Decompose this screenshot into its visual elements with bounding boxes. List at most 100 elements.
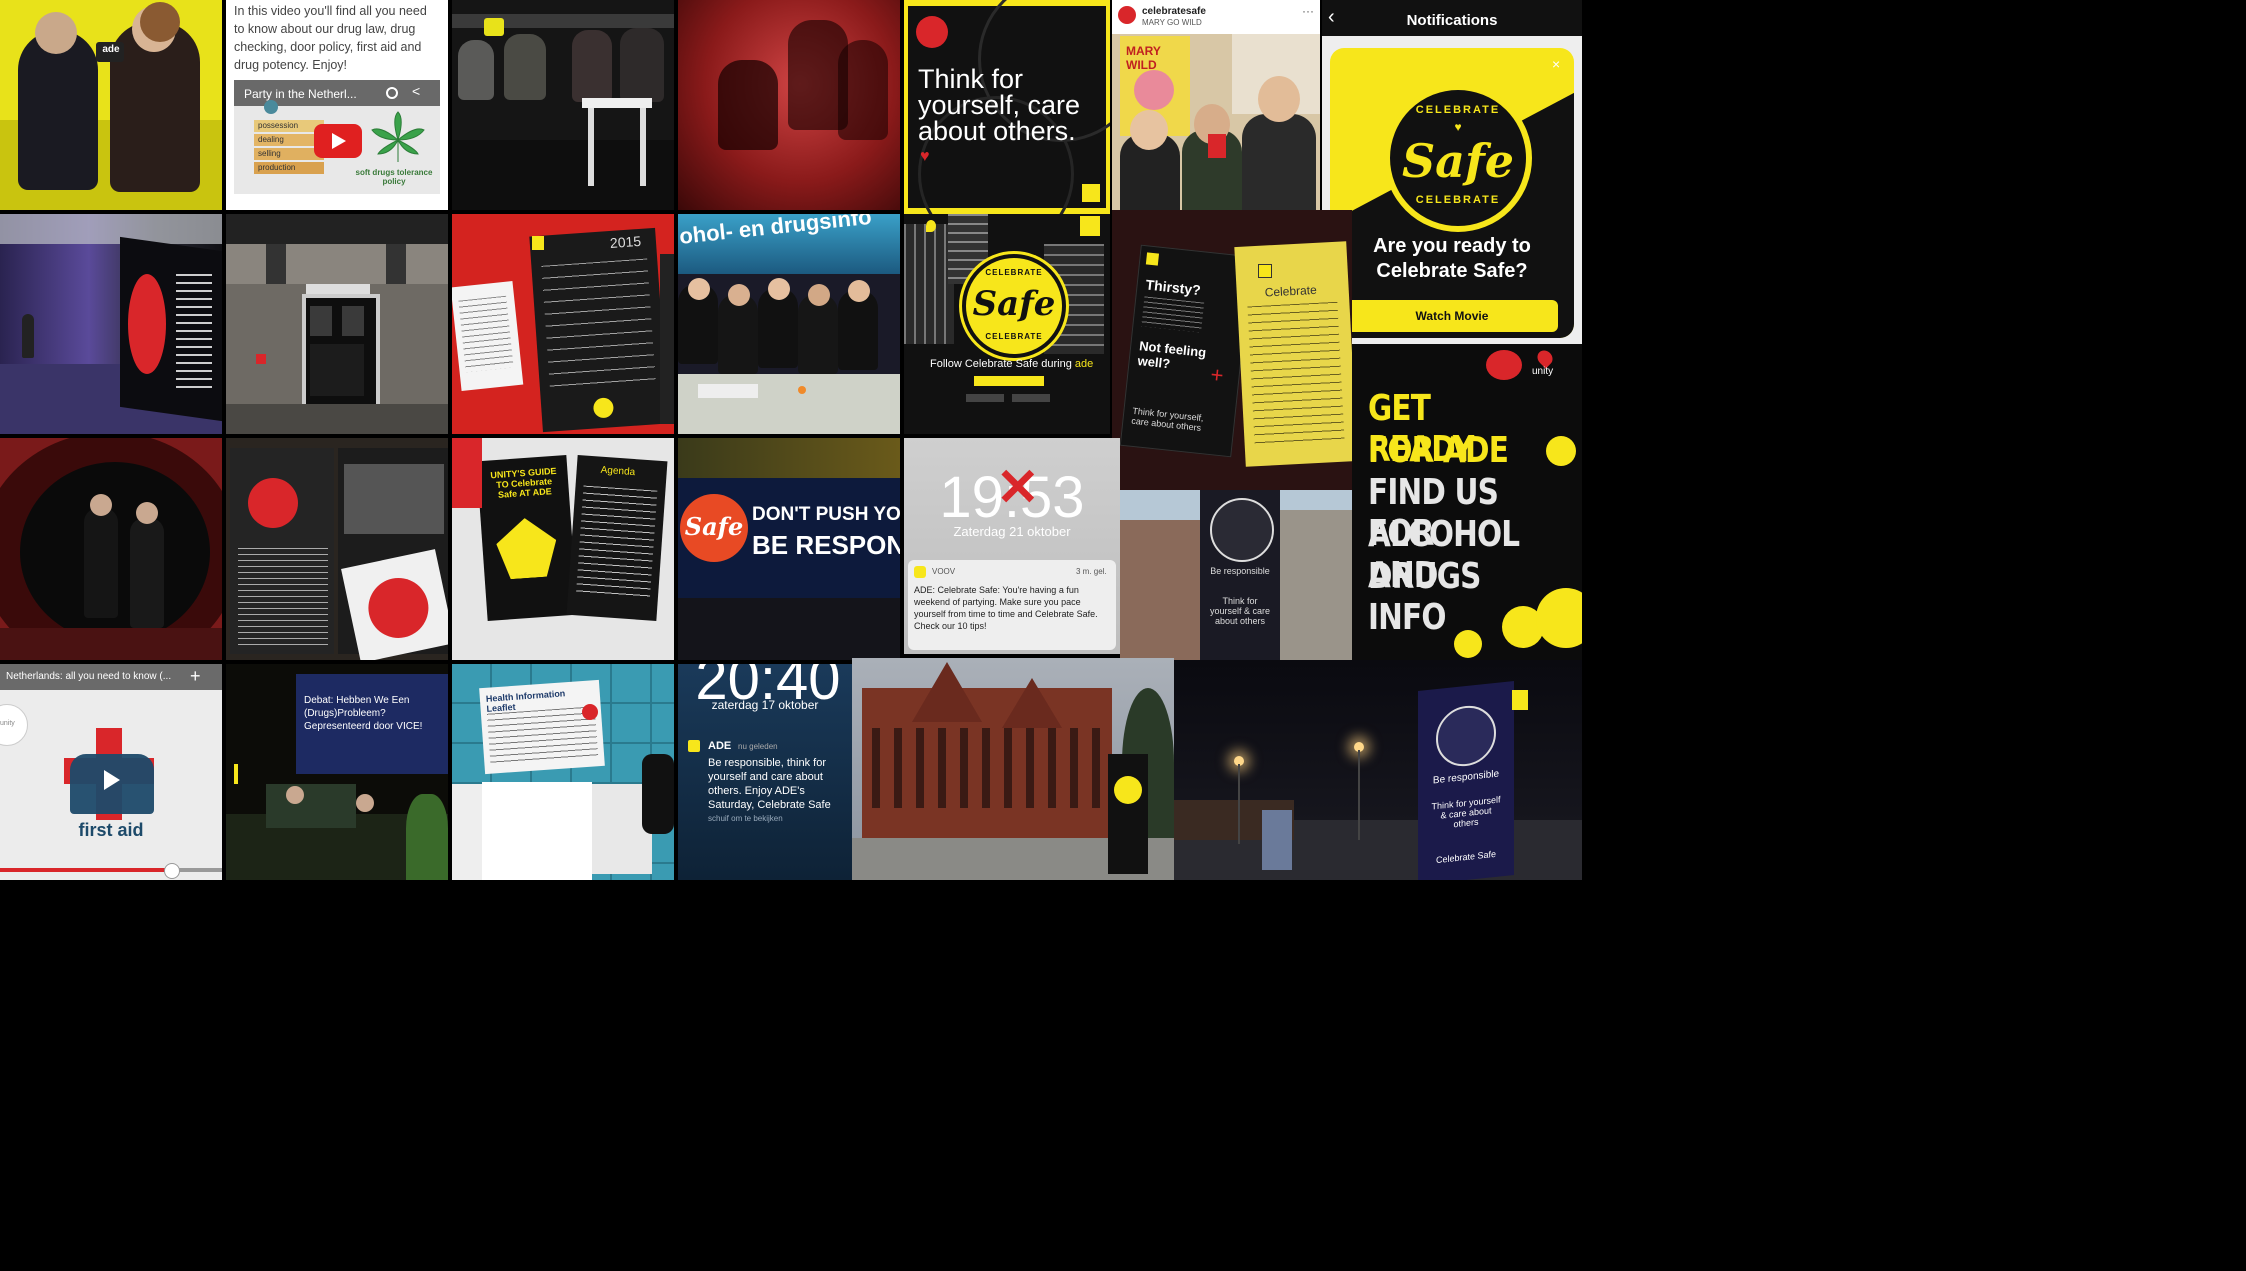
- not-well-text: Not feeling well?: [1136, 338, 1207, 372]
- app-icon: [914, 566, 926, 578]
- seal-safe-word: Safe: [684, 512, 744, 541]
- leaflet-title: UNITY'S GUIDE TO Celebrate Safe AT ADE: [490, 465, 557, 500]
- lock-date: Zaterdag 21 oktober: [953, 524, 1071, 539]
- diagram-label-4: production: [258, 163, 296, 172]
- photo-health-leaflet: Health Information Leaflet: [452, 664, 674, 880]
- play-button[interactable]: [314, 124, 362, 158]
- notif-app-name: VOOV: [932, 567, 956, 576]
- diagram-label-3: selling: [258, 149, 281, 158]
- poster-title: MARY WILD: [1126, 44, 1161, 72]
- unity-pin-icon: [926, 220, 936, 232]
- photo-round-stage: [0, 438, 222, 660]
- ade-logo: ade: [102, 44, 120, 55]
- unity-logo-text: unity: [1532, 366, 1554, 377]
- thirsty-text: Thirsty?: [1144, 276, 1202, 299]
- celebrate-safe-logo: Safe CELEBRATE CELEBRATE: [962, 254, 1066, 358]
- red-x-icon: ✕: [996, 459, 1040, 517]
- follow-ade: ade: [1074, 358, 1094, 370]
- follow-text: Follow Celebrate Safe during ade: [930, 358, 1100, 370]
- pillar-text-1: Be responsible: [1210, 566, 1270, 576]
- close-icon[interactable]: ×: [1552, 56, 1560, 72]
- photo-yellow-couch: ade: [0, 0, 222, 210]
- first-aid-topbar: Netherlands: all you need to know (...: [6, 671, 172, 682]
- notifications-header: Notifications: [1406, 12, 1498, 29]
- notification-card[interactable]: VOOV 3 m. gel. ADE: Celebrate Safe: You'…: [908, 560, 1116, 650]
- photo-red-wall-poster: 2015: [452, 214, 674, 434]
- diagram-label-2: dealing: [258, 135, 284, 144]
- ade-badge-icon: [1082, 184, 1100, 202]
- watch-movie-button[interactable]: Watch Movie: [1346, 300, 1558, 332]
- think-small-text: Think for yourself, care about others: [1130, 405, 1205, 433]
- lock2-action[interactable]: schuif om te bekijken: [708, 814, 783, 823]
- photo-door: [226, 214, 448, 434]
- notif-time: 3 m. gel.: [1076, 567, 1107, 576]
- photo-debate-stage: Debat: Hebben We Een (Drugs)Probleem? Ge…: [226, 664, 448, 880]
- unity-bubble-text: unity: [0, 720, 15, 727]
- app-notification-screen: ‹ Notifications × CELEBRATE ♥ Safe CELEB…: [1322, 0, 1582, 344]
- celebrate-safe-logo: CELEBRATE ♥ Safe CELEBRATE: [1384, 84, 1532, 232]
- share-icon[interactable]: <: [412, 83, 420, 99]
- photo-banner: Safe DON'T PUSH YOU BE RESPON: [678, 438, 900, 660]
- year-label: 2015: [609, 232, 642, 252]
- info-tower: Be responsible Think for yourself & care…: [1418, 680, 1514, 880]
- video-scrubber[interactable]: [164, 863, 180, 879]
- photo-collage: ade In this video you'll find all you ne…: [0, 0, 2246, 1271]
- ready-text: Are you ready to Celebrate Safe?: [1373, 235, 1531, 282]
- tower-text-3: Celebrate Safe: [1435, 848, 1497, 866]
- ade-badge-icon: [1258, 264, 1272, 278]
- lock2-date: zaterdag 17 oktober: [711, 698, 819, 712]
- video-progress-fill: [0, 868, 170, 872]
- video-player[interactable]: Party in the Netherl... < possession dea…: [234, 80, 440, 194]
- safe-seal-icon: [248, 478, 298, 528]
- photo-unity-team: ohol- en drugsinfo: [678, 214, 900, 434]
- video-post: In this video you'll find all you need t…: [226, 0, 448, 210]
- photo-night-tower: Be responsible Think for yourself & care…: [1174, 660, 1582, 880]
- heart-icon: ♥: [920, 148, 930, 165]
- pillar-text-2: Think for yourself & care about others: [1209, 596, 1271, 626]
- seal-top-word: CELEBRATE: [985, 268, 1043, 277]
- diagram-label-1: possession: [258, 121, 299, 130]
- banner-line-1: DON'T PUSH YOU: [752, 504, 900, 525]
- safe-seal-icon: [1536, 588, 1582, 648]
- seal-bottom-word: CELEBRATE: [985, 332, 1043, 341]
- instagram-post: celebratesafe MARY GO WILD ··· MARY WILD: [1112, 0, 1320, 210]
- safe-seal-icon: [1546, 436, 1576, 466]
- clock-icon: [386, 87, 398, 99]
- post-follow-celebrate-safe: Safe CELEBRATE CELEBRATE Follow Celebrat…: [904, 214, 1110, 434]
- avatar[interactable]: [1118, 6, 1136, 24]
- follow-label: Follow Celebrate Safe during: [930, 358, 1072, 370]
- safe-logo-wall: [128, 274, 166, 374]
- lock2-body: Be responsible, think for yourself and c…: [708, 757, 831, 811]
- tower-text-2: Think for yourself & care about others: [1431, 794, 1501, 830]
- more-options-icon[interactable]: ···: [1302, 4, 1314, 18]
- plus-icon: +: [1209, 361, 1225, 388]
- safe-seal-icon: [1436, 702, 1496, 770]
- photo-purple-room: [0, 214, 222, 434]
- lock2-meta: nu geleden: [738, 742, 778, 751]
- download-button[interactable]: [974, 376, 1044, 386]
- agenda-title: Agenda: [600, 464, 636, 479]
- seal-bottom-word: CELEBRATE: [1415, 194, 1501, 206]
- safe-seal-icon: [916, 16, 948, 48]
- play-icon[interactable]: [104, 770, 120, 790]
- ade-badge-icon: [1080, 216, 1100, 236]
- post-think-for-yourself: Think for yourself, care about others. ♥: [904, 0, 1110, 214]
- photo-thirsty-poster: Thirsty? Not feeling well? + Think for y…: [1112, 210, 1352, 490]
- safe-seal-icon: [582, 704, 598, 720]
- ade-badge-icon: [1145, 252, 1160, 266]
- instagram-username[interactable]: celebratesafe: [1142, 6, 1206, 17]
- instagram-photo: MARY WILD: [1112, 34, 1320, 210]
- safe-seal-icon: [1210, 498, 1274, 562]
- tower-text-1: Be responsible: [1432, 768, 1500, 787]
- instagram-location[interactable]: MARY GO WILD: [1142, 18, 1202, 27]
- banner-line-2: BE RESPON: [752, 530, 900, 560]
- video-first-aid: Netherlands: all you need to know (... +…: [0, 664, 222, 880]
- seal-top-word: CELEBRATE: [1415, 104, 1501, 116]
- soft-drugs-label: soft drugs tolerance policy: [355, 168, 433, 186]
- think-slogan: Think for yourself, care about others.: [918, 64, 1081, 146]
- safe-seal-icon: [1454, 630, 1482, 658]
- google-play-badge[interactable]: [1012, 394, 1050, 402]
- app-store-badge[interactable]: [966, 394, 1004, 402]
- add-icon[interactable]: +: [190, 666, 201, 687]
- get-ready-line-2: FOR ADE: [1368, 430, 1509, 471]
